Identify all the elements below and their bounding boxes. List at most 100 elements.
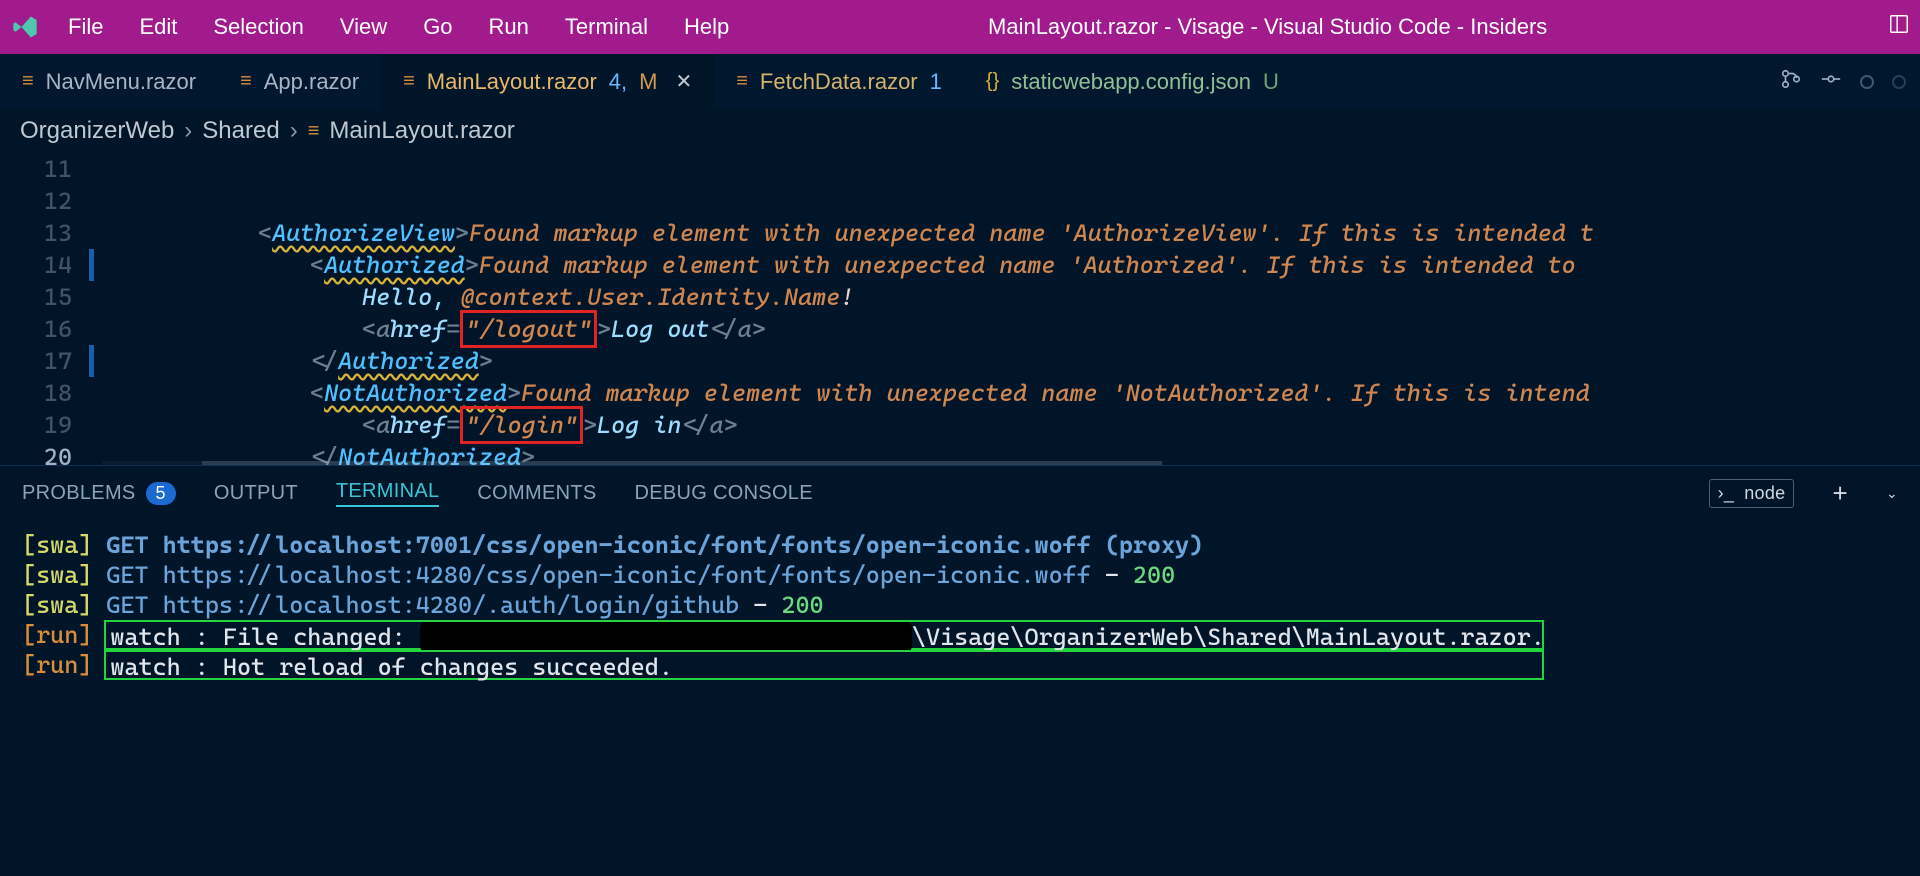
line-number: 16	[0, 313, 72, 345]
terminal-prefix: [run]	[22, 650, 106, 680]
modified-line-indicator	[89, 345, 94, 377]
menu-bar: FileEditSelectionViewGoRunTerminalHelp	[50, 14, 747, 40]
tab-label: NavMenu.razor	[46, 69, 196, 95]
panel-tab-comments[interactable]: COMMENTS	[477, 482, 596, 505]
terminal-name: node	[1744, 483, 1785, 504]
line-number: 15	[0, 281, 72, 313]
breadcrumb[interactable]: OrganizerWeb › Shared › ≡ MainLayout.raz…	[0, 109, 1920, 153]
menu-run[interactable]: Run	[471, 14, 547, 40]
line-number: 20	[0, 441, 72, 473]
tab-badge: 1	[930, 69, 942, 95]
code-line[interactable]: <Authorized> Found markup element with u…	[102, 249, 1920, 281]
menu-edit[interactable]: Edit	[121, 14, 195, 40]
terminal-line: [swa] GET https://localhost:7001/css/ope…	[22, 530, 1898, 560]
dim-circle-icon[interactable]	[1892, 75, 1906, 89]
close-icon[interactable]: ✕	[669, 69, 692, 94]
breadcrumb-part[interactable]: OrganizerWeb	[20, 117, 174, 145]
line-number: 18	[0, 377, 72, 409]
chevron-right-icon: ›	[290, 117, 298, 145]
razor-file-icon: ≡	[240, 70, 252, 93]
line-number: 14	[0, 249, 72, 281]
panel-tab-problems[interactable]: PROBLEMS 5	[22, 482, 176, 505]
panel-tab-label: PROBLEMS	[22, 482, 136, 505]
line-number: 19	[0, 409, 72, 441]
tab-status: U	[1263, 69, 1279, 95]
panel-tab-label: TERMINAL	[336, 480, 440, 503]
terminal-line: [run] watch : File changed: xxxxxxxxxxxx…	[22, 620, 1898, 650]
horizontal-scrollbar-thumb[interactable]	[202, 461, 1162, 465]
panel-tab-terminal[interactable]: TERMINAL	[336, 480, 440, 507]
terminal-body: GET https://localhost:7001/css/open-icon…	[106, 530, 1203, 560]
menu-selection[interactable]: Selection	[195, 14, 322, 40]
razor-file-icon: ≡	[308, 120, 320, 143]
tab-mainlayout-razor[interactable]: ≡ MainLayout.razor 4, M ✕	[381, 54, 714, 109]
line-number: 13	[0, 217, 72, 249]
panel-tab-label: DEBUG CONSOLE	[634, 482, 812, 505]
terminal-line: [swa] GET https://localhost:4280/.auth/l…	[22, 590, 1898, 620]
line-number: 11	[0, 153, 72, 185]
terminal-body: watch : Hot reload of changes succeeded.	[104, 650, 1544, 680]
layout-icon[interactable]	[1888, 13, 1910, 41]
menu-help[interactable]: Help	[666, 14, 747, 40]
code-line[interactable]: <AuthorizeView> Found markup element wit…	[102, 217, 1920, 249]
gutter: 11121314151617181920	[0, 153, 102, 465]
editor[interactable]: 11121314151617181920 <AuthorizeView> Fou…	[0, 153, 1920, 465]
code-line[interactable]: Hello, @context.User.Identity.Name!	[102, 281, 1920, 313]
terminal-prefix: [run]	[22, 620, 106, 650]
compare-changes-icon[interactable]	[1780, 68, 1802, 95]
terminal-line: [swa] GET https://localhost:4280/css/ope…	[22, 560, 1898, 590]
titlebar: FileEditSelectionViewGoRunTerminalHelp M…	[0, 0, 1920, 54]
panel-tab-label: COMMENTS	[477, 482, 596, 505]
panel-tabs: PROBLEMS 5 OUTPUT TERMINAL COMMENTS DEBUG CON…	[0, 466, 1920, 520]
panel-tab-output[interactable]: OUTPUT	[214, 482, 298, 505]
terminal-selector[interactable]: ›_ node	[1709, 479, 1795, 508]
tab-app-razor[interactable]: ≡ App.razor	[218, 54, 381, 109]
tabbar: ≡ NavMenu.razor ≡ App.razor ≡ MainLayout.razo…	[0, 54, 1920, 109]
menu-terminal[interactable]: Terminal	[547, 14, 666, 40]
menu-view[interactable]: View	[322, 14, 405, 40]
tab-staticwebapp-config-json[interactable]: {} staticwebapp.config.json U	[964, 54, 1301, 109]
window-title: MainLayout.razor - Visage - Visual Studi…	[747, 14, 1888, 40]
tab-label: MainLayout.razor	[427, 69, 597, 95]
new-terminal-button[interactable]: +	[1832, 478, 1847, 509]
terminal-prefix: [swa]	[22, 560, 106, 590]
bottom-panel: PROBLEMS 5 OUTPUT TERMINAL COMMENTS DEBUG CON…	[0, 465, 1920, 680]
tab-label: FetchData.razor	[760, 69, 918, 95]
modified-line-indicator	[89, 249, 94, 281]
panel-tab-label: OUTPUT	[214, 482, 298, 505]
code-line[interactable]: <a href="/login">Log in</a>	[102, 409, 1920, 441]
razor-file-icon: ≡	[22, 70, 34, 93]
tab-navmenu-razor[interactable]: ≡ NavMenu.razor	[0, 54, 218, 109]
tab-fetchdata-razor[interactable]: ≡ FetchData.razor 1	[714, 54, 964, 109]
breadcrumb-part[interactable]: Shared	[202, 117, 279, 145]
problems-count-badge: 5	[146, 482, 176, 505]
terminal-dropdown-icon[interactable]: ⌄	[1886, 485, 1898, 502]
terminal[interactable]: [swa] GET https://localhost:7001/css/ope…	[0, 520, 1920, 680]
dim-circle-icon[interactable]	[1860, 75, 1874, 89]
menu-file[interactable]: File	[50, 14, 121, 40]
tab-label: App.razor	[264, 69, 359, 95]
breadcrumb-part[interactable]: MainLayout.razor	[329, 117, 514, 145]
terminal-body: watch : File changed: xxxxxxxxxxxxxxxxxx…	[104, 620, 1544, 650]
line-number: 12	[0, 185, 72, 217]
panel-tab-debug-console[interactable]: DEBUG CONSOLE	[634, 482, 812, 505]
code-line[interactable]: <NotAuthorized> Found markup element wit…	[102, 377, 1920, 409]
terminal-prefix: [swa]	[22, 590, 106, 620]
tab-badge: 4,	[609, 69, 627, 95]
code-area[interactable]: <AuthorizeView> Found markup element wit…	[102, 153, 1920, 465]
code-line[interactable]: </Authorized>	[102, 345, 1920, 377]
json-file-icon: {}	[986, 70, 999, 93]
tab-label: staticwebapp.config.json	[1011, 69, 1251, 95]
code-line[interactable]: <a href="/logout">Log out</a>	[102, 313, 1920, 345]
razor-file-icon: ≡	[403, 70, 415, 93]
terminal-line: [run] watch : Hot reload of changes succ…	[22, 650, 1898, 680]
terminal-prefix: [swa]	[22, 530, 106, 560]
commit-graph-icon[interactable]	[1820, 68, 1842, 95]
app-icon	[0, 0, 50, 54]
terminal-caret-icon: ›_	[1718, 483, 1735, 504]
tab-status: M	[639, 69, 657, 95]
line-number: 17	[0, 345, 72, 377]
razor-file-icon: ≡	[736, 70, 748, 93]
terminal-body: GET https://localhost:4280/.auth/login/g…	[106, 590, 823, 620]
menu-go[interactable]: Go	[405, 14, 470, 40]
